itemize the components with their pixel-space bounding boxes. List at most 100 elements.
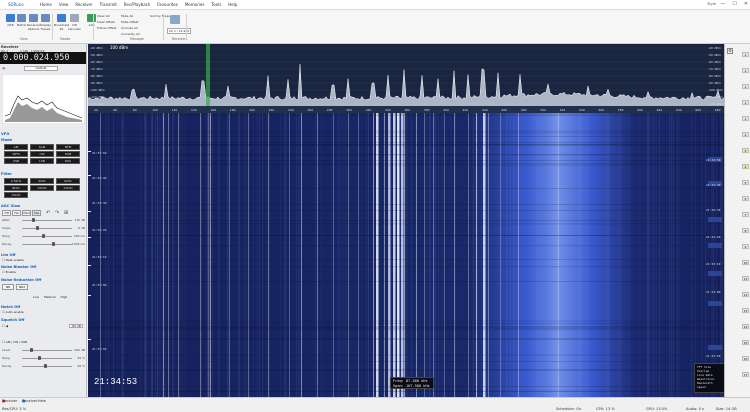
slider-decay[interactable]: Decay 20 % — [2, 364, 85, 369]
channel-marker-8[interactable]: 4 — [742, 164, 749, 169]
menu-memories[interactable]: Memories — [185, 2, 205, 7]
notch-enable-checkbox[interactable]: ☐ Auto enable — [2, 310, 24, 314]
menu-transmit[interactable]: Transmit — [100, 2, 117, 7]
slider-thumb[interactable] — [42, 234, 45, 238]
nr-button-low[interactable]: Low — [30, 295, 42, 301]
channel-marker-10[interactable]: 6 — [742, 196, 749, 201]
undo-icon[interactable]: ↶ — [46, 210, 50, 216]
redo-icon[interactable]: ↷ — [55, 210, 59, 216]
mode-button-cw[interactable]: CW — [30, 151, 54, 157]
preset-select[interactable]: Default — [24, 66, 58, 71]
channel-marker-5[interactable]: 1 — [742, 116, 749, 121]
frequency-display[interactable]: 0.000.024.950 — [0, 52, 86, 64]
channel-marker-3[interactable]: 1 — [742, 84, 749, 89]
ribbon-currently-all[interactable]: Currently All — [121, 32, 140, 36]
filter-button-4khz[interactable]: 4kHz — [30, 178, 54, 184]
menu-view[interactable]: View — [59, 2, 69, 7]
channel-marker-13[interactable]: 9 — [742, 244, 749, 249]
menu-home[interactable]: Home — [40, 2, 52, 7]
ribbon-unmute-all[interactable]: Unmute All — [121, 26, 138, 30]
slider-decay[interactable]: Decay 1000 ms — [2, 242, 85, 247]
vfo-marker[interactable] — [206, 44, 210, 113]
slider-thumb[interactable] — [30, 348, 33, 352]
agc-button-fst[interactable]: Fst — [12, 210, 21, 216]
minimize-icon[interactable]: — — [720, 1, 725, 7]
slider-hang[interactable]: Hang 25 % — [2, 356, 85, 361]
filter-button-25khz[interactable]: 2.5kHz — [4, 178, 28, 184]
channel-marker-7[interactable]: 3 — [742, 148, 749, 153]
slider-thumb[interactable] — [52, 242, 55, 246]
channel-marker-4[interactable]: 1 — [742, 100, 749, 105]
ribbon-clear-all[interactable]: Clear All — [97, 14, 110, 18]
ribbon-mute-offset[interactable]: Mute Offset — [121, 20, 138, 24]
filter-button-12khz[interactable]: 12kHz — [56, 185, 80, 191]
agc-button-slw[interactable]: Slw — [32, 210, 41, 216]
channel-marker-16[interactable]: 12 — [742, 292, 749, 297]
menu-recplayback[interactable]: Rec/Playback — [124, 2, 150, 7]
speaker-icon[interactable]: ◀) — [2, 66, 5, 70]
agc-button-med[interactable]: Med — [22, 210, 31, 216]
nr-button-nr[interactable]: NR — [2, 284, 14, 290]
mode-button-digi[interactable]: DIGI — [56, 158, 80, 164]
ribbon-button-display-freeze[interactable]: Display Freeze — [39, 14, 52, 31]
channel-marker-11[interactable]: 7 — [742, 212, 749, 217]
channel-marker-12[interactable]: 8 — [742, 228, 749, 233]
channel-marker-21[interactable]: 17 — [742, 372, 749, 377]
slider-thumb[interactable] — [44, 364, 47, 368]
menu-favourites[interactable]: Favourites — [157, 2, 178, 7]
filter-button-8khz[interactable]: 8kHz — [4, 185, 28, 191]
channel-marker-2[interactable]: 1 — [742, 68, 749, 73]
user-label[interactable]: Style — [707, 2, 716, 6]
am-cw-ssb-checkbox[interactable]: ☐ AM | CW / SSB — [2, 340, 27, 344]
menu-tools[interactable]: Tools — [211, 2, 221, 7]
channel-marker-19[interactable]: 15 — [742, 340, 749, 345]
channel-marker-20[interactable]: 16 — [742, 356, 749, 361]
mode-button-sam[interactable]: SAM — [30, 144, 54, 150]
channel-marker-14[interactable]: 10 — [742, 260, 749, 265]
waterfall-display[interactable] — [88, 113, 724, 397]
slider-level[interactable]: Level -100 dB — [2, 348, 85, 353]
slider-atten[interactable]: Atten 110 dB — [2, 218, 85, 223]
link-icon[interactable]: ⊞ — [64, 210, 68, 216]
slider-slope[interactable]: Slope 6 dB — [2, 226, 85, 231]
slider-track[interactable] — [22, 244, 72, 245]
channel-marker-17[interactable]: 13 — [742, 308, 749, 313]
nr-button-nr2[interactable]: NR2 — [16, 284, 28, 290]
menu-receiver[interactable]: Receiver — [75, 2, 92, 7]
squelch-checkbox[interactable]: ☐ ◀ — [2, 324, 8, 328]
maximize-icon[interactable]: ☐ — [732, 1, 736, 7]
slider-track[interactable] — [22, 358, 72, 359]
mode-button-usb[interactable]: USB — [4, 158, 28, 164]
slider-track[interactable] — [22, 228, 72, 229]
filter-button-10khz[interactable]: 10kHz — [30, 185, 54, 191]
slider-thumb[interactable] — [38, 356, 41, 360]
squelch-level[interactable]: -80 dB — [69, 324, 83, 328]
channel-marker-15[interactable]: 11 — [742, 276, 749, 281]
ribbon-button-broadcast-rx[interactable]: Broadcast Rx — [54, 14, 69, 31]
agc-button-off[interactable]: Off — [2, 210, 11, 216]
mode-button-nfm[interactable]: NFM — [56, 144, 80, 150]
mode-button-dsb[interactable]: DSB — [56, 151, 80, 157]
settings-icon[interactable]: ⚙ — [727, 48, 733, 54]
channel-marker-1[interactable]: 1 — [742, 52, 749, 57]
close-icon[interactable]: ✕ — [744, 1, 748, 7]
nr-button-high[interactable]: High — [58, 295, 70, 301]
channel-marker-6[interactable]: 2 — [742, 132, 749, 137]
nr-button-medium[interactable]: Medium — [44, 295, 56, 301]
receiver-icon[interactable] — [170, 15, 180, 24]
ribbon-button-cw-decoder[interactable]: CW Decoder — [68, 14, 81, 31]
channel-marker-18[interactable]: 14 — [742, 324, 749, 329]
receivers-select[interactable]: Ch 1 / 14.950 — [167, 28, 192, 34]
slider-thumb[interactable] — [32, 218, 35, 222]
ribbon-clear-offset[interactable]: Clear Offset — [97, 20, 115, 24]
slider-track[interactable] — [22, 220, 72, 221]
slider-track[interactable] — [22, 236, 72, 237]
channel-marker-9[interactable]: 5 — [742, 180, 749, 185]
slider-thumb[interactable] — [36, 226, 39, 230]
peak-enable-checkbox[interactable]: ☐ Peak enable — [2, 258, 24, 262]
filter-button-15khz[interactable]: 15kHz — [4, 192, 28, 198]
mode-button-wfm[interactable]: WFM — [4, 151, 28, 157]
nb-enable-checkbox[interactable]: ☐ Enable — [2, 270, 16, 274]
ribbon-follow-offset[interactable]: Follow Offset — [97, 26, 116, 30]
menu-help[interactable]: Help — [228, 2, 237, 7]
